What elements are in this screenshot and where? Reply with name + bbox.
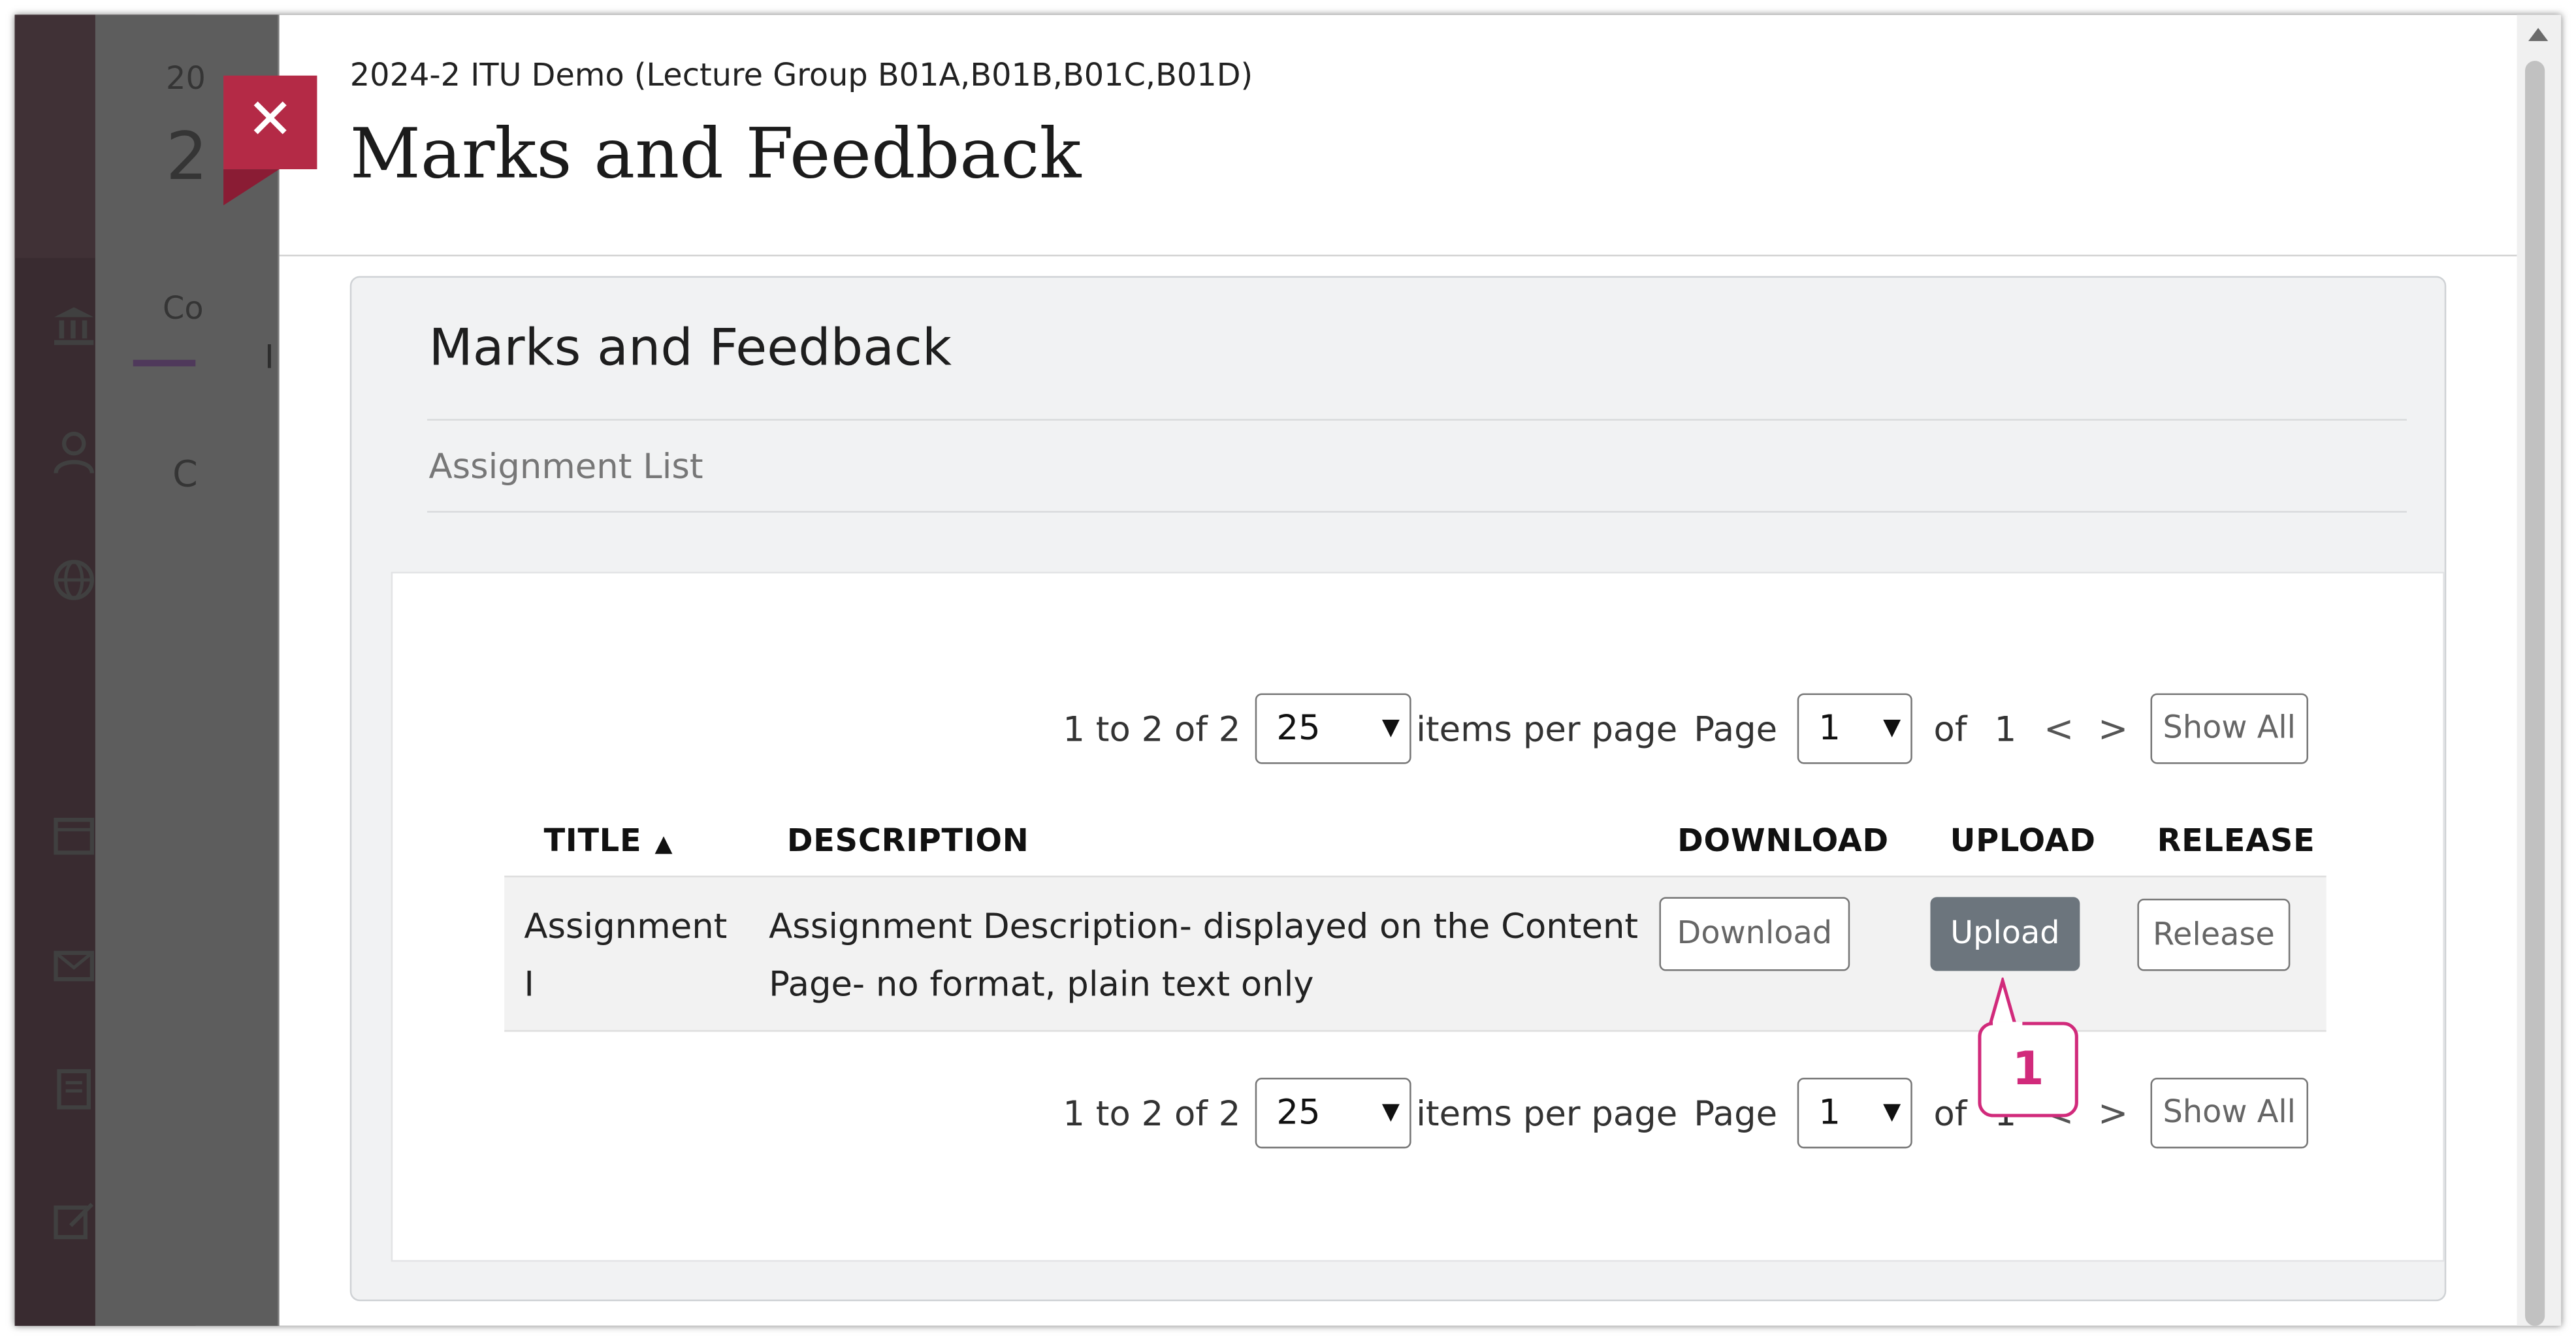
page-value: 1 [1818, 708, 1841, 748]
upload-button[interactable]: Upload [1930, 897, 2080, 971]
row-title-line2: I [524, 964, 534, 1004]
pager-top-page-label: Page [1694, 709, 1778, 749]
step-callout: 1 [1978, 1022, 2078, 1118]
pager-top-of-label: of [1933, 709, 1967, 749]
subheading-top-rule [427, 419, 2407, 421]
column-header-description: DESCRIPTION [786, 823, 1029, 860]
assignment-list-heading: Assignment List [428, 447, 703, 487]
close-button[interactable]: ✕ [223, 75, 317, 170]
pager-top-per-page-label: items per page [1416, 709, 1678, 749]
column-header-upload: UPLOAD [1950, 823, 2096, 860]
scrollbar-thumb[interactable] [2525, 61, 2545, 1326]
app-window: 20 2 Co I C ✕ 2024-2 IT [14, 14, 2562, 1326]
pager-bottom-of-label: of [1933, 1094, 1967, 1134]
pager-top-per-page-select[interactable]: 25 ▼ [1255, 693, 1411, 764]
pager-top-show-all-button[interactable]: Show All [2150, 693, 2308, 764]
pager-top-range: 1 to 2 of 2 [1063, 709, 1241, 749]
row-description-line1: Assignment Description- displayed on the… [769, 907, 1639, 946]
pager-bottom-page-label: Page [1694, 1094, 1778, 1134]
pager-bottom-next-button[interactable]: > [2098, 1094, 2128, 1135]
close-button-tail [223, 169, 280, 206]
row-description-line2: Page- no format, plain text only [769, 964, 1314, 1004]
pager-bottom-page-select[interactable]: 1 ▼ [1797, 1078, 1912, 1149]
pager-top-page-select[interactable]: 1 ▼ [1797, 693, 1912, 764]
step-number: 1 [2012, 1041, 2044, 1096]
column-header-download: DOWNLOAD [1677, 823, 1889, 860]
pager-bottom-per-page-select[interactable]: 25 ▼ [1255, 1078, 1411, 1149]
per-page-value: 25 [1276, 708, 1321, 748]
pager-top-prev-button[interactable]: < [2044, 710, 2074, 751]
modal-backdrop[interactable] [14, 14, 278, 1326]
sort-ascending-icon: ▲ [654, 831, 673, 858]
release-button[interactable]: Release [2137, 898, 2291, 971]
scroll-up-arrow-icon[interactable] [2528, 27, 2549, 41]
download-button[interactable]: Download [1659, 897, 1850, 971]
chevron-down-icon: ▼ [1381, 715, 1400, 741]
chevron-down-icon: ▼ [1381, 1099, 1400, 1125]
column-header-title-label: TITLE [543, 823, 642, 860]
subheading-bottom-rule [427, 511, 2407, 513]
pager-bottom-show-all-button[interactable]: Show All [2150, 1078, 2308, 1149]
callout-pointer-cover [1993, 1022, 2023, 1029]
pager-top-total-pages: 1 [1994, 709, 2017, 749]
row-title-line1: Assignment [524, 907, 728, 946]
column-header-title[interactable]: TITLE ▲ [544, 823, 673, 859]
page-value: 1 [1818, 1092, 1841, 1133]
screenshot-stage: 20 2 Co I C ✕ 2024-2 IT [0, 0, 2576, 1339]
column-header-release: RELEASE [2157, 823, 2315, 860]
chevron-down-icon: ▼ [1883, 1099, 1901, 1125]
page-title: Marks and Feedback [349, 113, 1082, 194]
card-title: Marks and Feedback [428, 318, 952, 378]
course-breadcrumb: 2024-2 ITU Demo (Lecture Group B01A,B01B… [349, 57, 1253, 94]
pager-bottom-per-page-label: items per page [1416, 1094, 1678, 1134]
chevron-down-icon: ▼ [1883, 715, 1901, 741]
per-page-value: 25 [1276, 1092, 1321, 1133]
pager-bottom-range: 1 to 2 of 2 [1063, 1094, 1241, 1134]
pager-top-next-button[interactable]: > [2098, 710, 2128, 751]
header-divider [279, 254, 2517, 257]
